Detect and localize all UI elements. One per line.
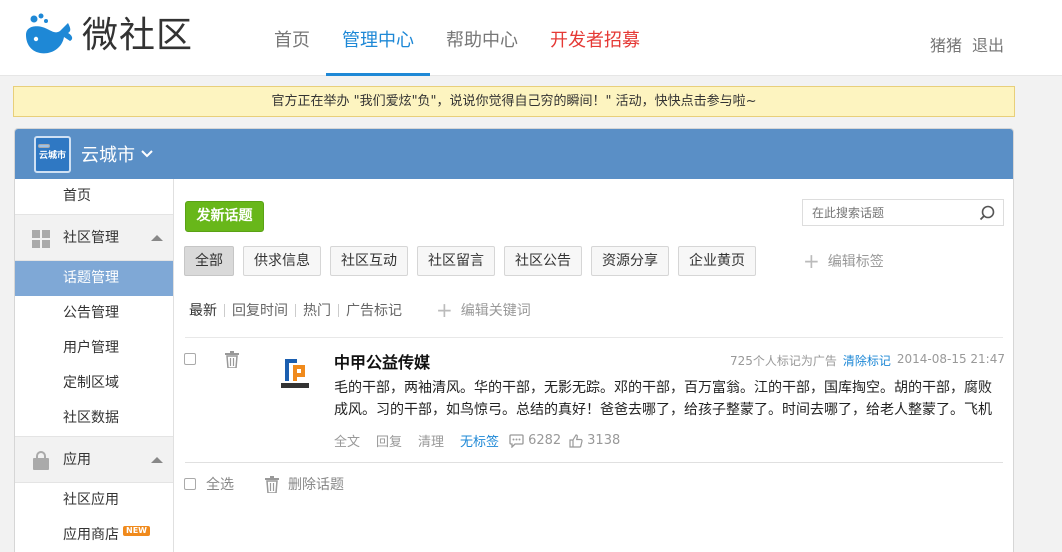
sidebar-item-announcements[interactable]: 公告管理 xyxy=(15,296,173,331)
tag-link[interactable]: 无标签 xyxy=(460,431,499,450)
tag-supply-demand[interactable]: 供求信息 xyxy=(243,246,321,276)
search-input[interactable] xyxy=(803,200,973,225)
trash-icon[interactable] xyxy=(224,351,240,368)
tag-filter-bar: 全部 供求信息 社区互动 社区留言 社区公告 资源分享 企业黄页 xyxy=(184,246,756,276)
full-text-link[interactable]: 全文 xyxy=(334,431,360,450)
edit-tags-label: 编辑标签 xyxy=(827,254,884,270)
divider xyxy=(185,462,1003,463)
divider xyxy=(185,337,1003,338)
community-avatar-text: 云城市 xyxy=(38,150,66,161)
reply-link[interactable]: 回复 xyxy=(376,431,402,450)
filter-reply-time[interactable]: 回复时间 xyxy=(232,300,288,320)
community-name[interactable]: 云城市 xyxy=(81,141,135,167)
comment-icon xyxy=(509,433,524,448)
filter-ad-marked[interactable]: 广告标记 xyxy=(346,300,402,320)
sidebar: 首页 社区管理 话题管理 公告管理 用户管理 定制区域 社区数据 应用 社区应用 xyxy=(15,179,174,552)
main-content: 发新话题 全部 供求信息 社区互动 社区留言 社区公告 资源分享 企业黄页 + … xyxy=(175,179,1013,552)
sidebar-item-app-store[interactable]: 应用商店 NEW xyxy=(15,518,173,552)
plus-icon: + xyxy=(803,249,820,273)
ad-mark-count: 725个人标记为广告 xyxy=(729,354,837,368)
sort-filters: 最新 回复时间 热门 广告标记 + 编辑关键词 xyxy=(189,300,531,320)
bag-icon xyxy=(33,451,49,470)
thumbs-up-icon xyxy=(569,433,583,448)
username-link[interactable]: 猪猪 xyxy=(930,32,962,56)
logout-link[interactable]: 退出 xyxy=(972,32,1004,56)
divider xyxy=(224,303,225,317)
filter-hot[interactable]: 热门 xyxy=(303,300,331,320)
tag-interaction[interactable]: 社区互动 xyxy=(330,246,408,276)
sidebar-item-users[interactable]: 用户管理 xyxy=(15,331,173,366)
select-all-label[interactable]: 全选 xyxy=(206,474,234,494)
topic-meta: 725个人标记为广告 清除标记 2014-08-15 21:47 xyxy=(730,352,1005,369)
tag-announcements[interactable]: 社区公告 xyxy=(504,246,582,276)
chevron-down-icon[interactable] xyxy=(140,149,154,159)
delete-topics-label: 删除话题 xyxy=(288,477,344,493)
sidebar-group-label: 社区管理 xyxy=(63,230,119,246)
clear-mark-link[interactable]: 清除标记 xyxy=(843,352,891,369)
chevron-up-icon[interactable] xyxy=(151,457,163,463)
divider xyxy=(295,303,296,317)
main-nav: 首页 管理中心 帮助中心 开发者招募 xyxy=(258,0,656,76)
community-avatar: 云城市 xyxy=(34,135,71,173)
community-panel: 云城市 云城市 首页 社区管理 话题管理 公告管理 用户管理 定制区域 社区数据 xyxy=(14,128,1014,552)
announcement-banner[interactable]: 官方正在举办 "我们爱炫"负"，说说你觉得自己穷的瞬间！" 活动，快快点击参与啦… xyxy=(13,86,1015,117)
author-avatar[interactable] xyxy=(275,351,315,391)
topic-actions: 全文 回复 清理 无标签 6282 3138 xyxy=(334,431,628,450)
tag-resources[interactable]: 资源分享 xyxy=(591,246,669,276)
bulk-actions: 全选 删除话题 xyxy=(184,474,344,494)
topic-checkbox[interactable] xyxy=(184,353,196,365)
edit-keywords-button[interactable]: + 编辑关键词 xyxy=(436,300,531,320)
community-header: 云城市 云城市 xyxy=(15,129,1013,179)
comment-count-value: 6282 xyxy=(528,433,562,448)
app-logo[interactable]: 微社区 xyxy=(24,12,193,60)
nav-admin-center[interactable]: 管理中心 xyxy=(326,0,430,76)
edit-tags-button[interactable]: + 编辑标签 xyxy=(803,251,884,271)
new-badge: NEW xyxy=(123,526,150,536)
nav-home[interactable]: 首页 xyxy=(258,0,326,76)
clean-link[interactable]: 清理 xyxy=(418,431,444,450)
sidebar-item-home[interactable]: 首页 xyxy=(15,179,173,214)
tag-all[interactable]: 全部 xyxy=(184,246,234,276)
topic-timestamp: 2014-08-15 21:47 xyxy=(896,352,1005,366)
sidebar-item-label: 应用商店 xyxy=(63,527,119,543)
grid-icon xyxy=(32,230,50,248)
sidebar-item-community-apps[interactable]: 社区应用 xyxy=(15,483,173,518)
trash-icon xyxy=(265,475,279,493)
tag-messages[interactable]: 社区留言 xyxy=(417,246,495,276)
comment-count: 6282 xyxy=(509,433,561,448)
like-count[interactable]: 3138 xyxy=(569,433,620,448)
sidebar-group-label: 应用 xyxy=(63,452,91,468)
filter-latest[interactable]: 最新 xyxy=(189,300,217,320)
delete-topics-button[interactable]: 删除话题 xyxy=(264,474,344,494)
topic-body: 毛的干部，两袖清风。华的干部，无影无踪。邓的干部，百万富翁。江的干部，国库掏空。… xyxy=(334,380,992,418)
search-icon[interactable] xyxy=(979,205,995,221)
user-area: 猪猪 退出 xyxy=(930,32,1004,56)
edit-keywords-label: 编辑关键词 xyxy=(460,303,531,319)
chevron-up-icon[interactable] xyxy=(151,235,163,241)
topic-author[interactable]: 中甲公益传媒 xyxy=(334,349,430,373)
app-logo-text: 微社区 xyxy=(82,15,194,56)
plus-icon: + xyxy=(436,298,453,322)
topic-search xyxy=(802,199,1004,226)
like-count-value: 3138 xyxy=(587,433,621,448)
new-topic-button[interactable]: 发新话题 xyxy=(185,201,264,232)
top-navbar: 微社区 首页 管理中心 帮助中心 开发者招募 猪猪 退出 xyxy=(0,0,1062,76)
divider xyxy=(338,303,339,317)
topic-row: 中甲公益传媒 725个人标记为广告 清除标记 2014-08-15 21:47 … xyxy=(175,347,1005,459)
sidebar-item-custom-area[interactable]: 定制区域 xyxy=(15,366,173,401)
select-all-checkbox[interactable] xyxy=(184,478,196,490)
sidebar-item-topics[interactable]: 话题管理 xyxy=(15,261,173,296)
whale-icon xyxy=(26,13,73,54)
sidebar-group-apps[interactable]: 应用 xyxy=(15,436,173,483)
announcement-text[interactable]: 官方正在举办 "我们爱炫"负"，说说你觉得自己穷的瞬间！" 活动，快快点击参与啦… xyxy=(271,94,756,109)
sidebar-item-data[interactable]: 社区数据 xyxy=(15,401,173,436)
sidebar-group-community[interactable]: 社区管理 xyxy=(15,214,173,261)
nav-developer-recruit[interactable]: 开发者招募 xyxy=(534,0,656,76)
nav-help-center[interactable]: 帮助中心 xyxy=(430,0,534,76)
tag-business-directory[interactable]: 企业黄页 xyxy=(678,246,756,276)
